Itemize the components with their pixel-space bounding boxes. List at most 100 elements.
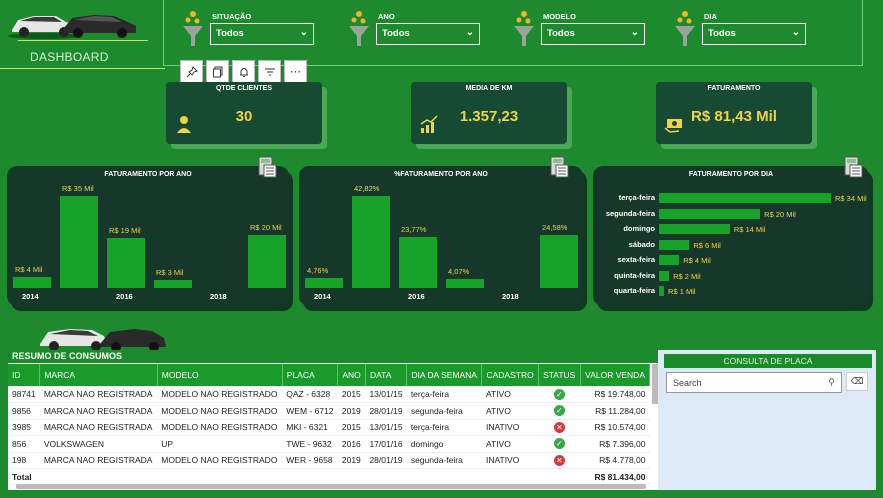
bar-data-label: 24,58% [542, 223, 568, 233]
table-cell: terça-feira [406, 419, 482, 436]
total-label: Total [8, 468, 40, 485]
column-header[interactable]: MARCA [39, 364, 158, 386]
y-axis-category-label: sábado [628, 239, 655, 249]
table-cell: 3985 [8, 419, 40, 436]
kpi-faturamento: FATURAMENTO R$ 81,43 Mil [656, 82, 812, 144]
bar-data-label: R$ 4 Mil [683, 256, 711, 265]
chevron-down-icon: ⌄ [465, 27, 474, 38]
column-header[interactable]: DIA DA SEMANA [406, 364, 483, 386]
column-header[interactable]: MODELO [157, 364, 283, 386]
table-cell: R$ 4.778,00 [580, 452, 650, 469]
chevron-down-icon: ⌄ [791, 27, 800, 38]
table-cell: MODELO NAO REGISTRADO [157, 452, 283, 469]
table-header-row: ID MARCA MODELO PLACA ANO DATA DIA DA SEMANA CA… [8, 364, 651, 386]
column-header[interactable]: ID [8, 364, 41, 386]
bell-icon[interactable] [232, 60, 255, 83]
filter-lines-icon[interactable] [258, 60, 281, 83]
calculator-icon [550, 156, 569, 178]
table-cell: MODELO NAO REGISTRADO [157, 402, 283, 420]
x-axis-tick-label: 2014 [314, 292, 331, 301]
bar-data-label: R$ 3 Mil [156, 268, 184, 277]
chart-faturamento-por-dia: FATURAMENTO POR DIA terça-feira R$ 34 Mil… [593, 156, 869, 306]
car-graphic-icon [40, 329, 166, 352]
chart-bar [107, 238, 145, 288]
dropdown-value: Todos [382, 28, 410, 39]
table-cell: MARCA NAO REGISTRADA [39, 402, 158, 420]
chart-title: %FATURAMENTO POR ANO [394, 171, 488, 178]
table-cell: segunda-feira [406, 402, 482, 420]
column-header[interactable]: PLACA [282, 364, 339, 386]
table-cell: ATIVO [481, 402, 539, 420]
table-cell: 13/01/15 [365, 386, 407, 403]
ano-dropdown[interactable]: Todos ⌄ [376, 23, 480, 45]
table-cell: 856 [8, 435, 40, 453]
decor-line [0, 68, 165, 69]
bar-data-label: R$ 20 Mil [250, 223, 282, 233]
column-header[interactable]: ANO [337, 364, 366, 386]
search-input[interactable]: Search ⚲ [666, 372, 842, 393]
bar-data-label: 23,77% [401, 224, 427, 234]
table-cell: R$ 10.574,00 [580, 419, 650, 436]
table-cell: R$ 7.396,00 [580, 435, 650, 453]
table-cell: MARCA NAO REGISTRADA [39, 419, 158, 436]
table-row: 9856 MARCA NAO REGISTRADA MODELO NAO REGIS… [8, 402, 650, 420]
chart-perc-faturamento-por-ano: %FATURAMENTO POR ANO 4,76% 42,82% 23,77% 4,… [299, 156, 583, 306]
table-cell: INATIVO [481, 452, 539, 469]
column-header[interactable]: DATA [365, 364, 408, 386]
horizontal-scrollbar[interactable] [16, 484, 646, 489]
copy-icon[interactable] [206, 60, 229, 83]
column-header[interactable]: VALOR VENDA [580, 364, 651, 386]
table-cell: 17/01/16 [365, 435, 407, 453]
table-cell [39, 468, 158, 485]
table-cell: QAZ - 6328 [282, 386, 338, 403]
dashboard-title: DASHBOARD [30, 50, 109, 64]
filter-label: DIA [704, 12, 717, 21]
pin-icon[interactable] [180, 60, 203, 83]
bar-data-label: R$ 35 Mil [62, 184, 94, 193]
bar-data-label: R$ 4 Mil [15, 265, 43, 275]
total-value: R$ 81.434,00 [580, 468, 650, 485]
y-axis-category-label: sexta-feira [617, 255, 655, 264]
x-axis-tick-label: 2018 [502, 292, 519, 301]
decor-line [18, 40, 148, 41]
status-cell: ✕ [538, 452, 581, 469]
chart-bar [659, 208, 761, 219]
dia-dropdown[interactable]: Todos ⌄ [702, 23, 806, 45]
table-cell: 9856 [8, 402, 40, 420]
check-circle-icon: ✓ [553, 388, 565, 400]
table-cell: 13/01/15 [365, 419, 407, 436]
bar-data-label: 4,76% [307, 265, 329, 275]
table-cell: R$ 19.748,00 [580, 386, 650, 403]
column-header[interactable]: STATUS [538, 364, 581, 386]
column-header[interactable]: CADASTRO [481, 364, 540, 386]
eraser-icon[interactable]: ⌫ [846, 372, 868, 391]
table-cell: terça-feira [406, 386, 482, 403]
table-cell: 2016 [337, 435, 366, 453]
x-axis-tick-label: 2016 [116, 292, 133, 301]
table-title: RESUMO DE CONSUMOS [8, 350, 658, 363]
table-cell: MODELO NAO REGISTRADO [157, 419, 283, 436]
consulta-title: CONSULTA DE PLACA [664, 354, 872, 368]
kpi-title: FATURAMENTO [707, 85, 761, 92]
bar-data-label: R$ 19 Mil [109, 226, 141, 236]
x-axis-tick-label: 2016 [408, 292, 425, 301]
table-cell: WER - 9658 [282, 452, 338, 469]
modelo-dropdown[interactable]: Todos ⌄ [541, 23, 645, 45]
x-axis-tick-label: 2018 [210, 292, 227, 301]
x-axis-tick-label: 2014 [22, 292, 39, 301]
search-placeholder: Search [673, 378, 702, 388]
funnel-coins-icon [675, 11, 695, 46]
kpi-title: MEDIA DE KM [465, 85, 513, 92]
x-circle-icon: ✕ [553, 454, 565, 466]
chevron-down-icon: ⌄ [299, 27, 308, 38]
person-icon [177, 116, 191, 133]
chart-bar [305, 277, 343, 288]
chart-bar [399, 236, 437, 288]
status-cell: ✓ [538, 435, 581, 453]
chart-bar [248, 235, 286, 288]
table-cell: 2015 [337, 386, 366, 403]
situacao-dropdown[interactable]: Todos ⌄ [210, 23, 314, 45]
table-total-row: Total R$ 81.434,00 [8, 468, 650, 485]
chart-bar [13, 277, 51, 288]
more-icon[interactable]: ⋯ [284, 60, 307, 83]
